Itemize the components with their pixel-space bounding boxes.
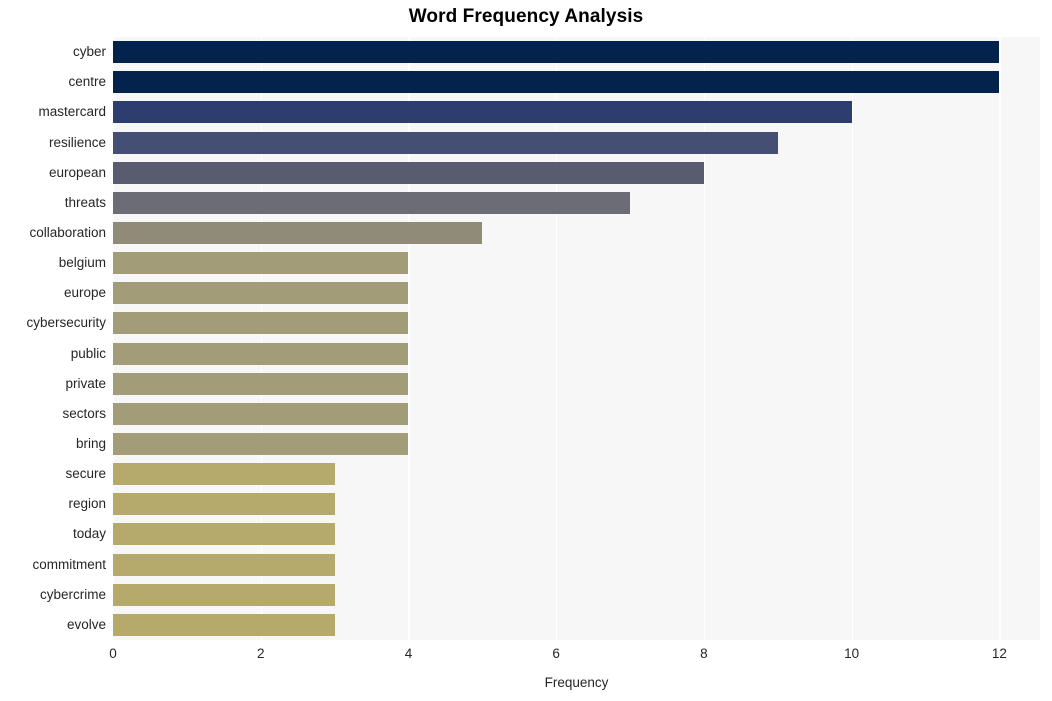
bar: [113, 613, 335, 636]
y-tick-label: threats: [64, 194, 106, 210]
bar: [113, 493, 335, 516]
bar-series: [113, 37, 1040, 640]
y-tick-label: mastercard: [38, 104, 106, 120]
bar: [113, 71, 1000, 94]
y-tick-label: belgium: [58, 255, 106, 271]
y-tick-label: bring: [75, 436, 106, 452]
y-tick-label: european: [48, 164, 106, 180]
bar: [113, 161, 704, 184]
bar: [113, 433, 409, 456]
bar: [113, 101, 852, 124]
y-tick-label: region: [68, 496, 106, 512]
bar: [113, 131, 778, 154]
bar: [113, 342, 409, 365]
x-tick-label: 12: [991, 646, 1007, 661]
y-tick-label: europe: [63, 285, 106, 301]
x-tick-label: 8: [700, 646, 708, 661]
y-tick-label: cybercrime: [39, 586, 106, 602]
y-tick-label: today: [72, 526, 106, 542]
x-tick-label: 0: [109, 646, 117, 661]
bar: [113, 463, 335, 486]
x-tick-label: 10: [844, 646, 860, 661]
x-tick-label: 2: [256, 646, 265, 661]
y-tick-label: public: [70, 345, 106, 361]
x-axis-title: Frequency: [544, 675, 609, 690]
chart-figure: Word Frequency Analysis cyber centre maste…: [0, 0, 1052, 701]
y-tick-label: commitment: [32, 556, 106, 572]
bar: [113, 553, 335, 576]
y-axis-tick-labels: cyber centre mastercard resilience european t…: [0, 37, 106, 640]
y-tick-label: cyber: [72, 44, 106, 60]
y-tick-label: sectors: [62, 405, 106, 421]
bar: [113, 282, 409, 305]
y-tick-label: evolve: [66, 616, 106, 632]
y-tick-label: cybersecurity: [26, 315, 106, 331]
x-axis-tick-labels: 0 2 4 6 8 10 12: [109, 646, 1040, 666]
bar: [113, 221, 483, 244]
bar: [113, 523, 335, 546]
y-tick-label: secure: [65, 466, 106, 482]
x-tick-label: 6: [552, 646, 560, 661]
bar: [113, 402, 409, 425]
y-tick-label: private: [65, 375, 106, 391]
bar: [113, 372, 409, 395]
x-tick-label: 4: [404, 646, 413, 661]
bar: [113, 41, 1000, 64]
bar: [113, 252, 409, 275]
y-tick-label: resilience: [48, 134, 106, 150]
chart-title: Word Frequency Analysis: [408, 6, 644, 27]
y-tick-label: centre: [68, 74, 106, 90]
bar: [113, 583, 335, 606]
bar: [113, 312, 409, 335]
bar: [113, 191, 631, 214]
y-tick-label: collaboration: [29, 224, 106, 240]
